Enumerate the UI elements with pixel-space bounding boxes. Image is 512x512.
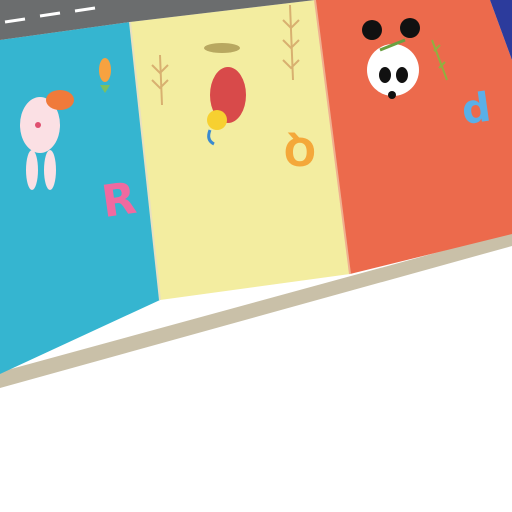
letter-q: Q: [284, 129, 316, 173]
yellow-panel: [130, 0, 350, 300]
play-mat: R Q d: [0, 0, 512, 388]
photo-scene: R Q d: [0, 0, 512, 512]
letter-r: R: [99, 173, 140, 228]
